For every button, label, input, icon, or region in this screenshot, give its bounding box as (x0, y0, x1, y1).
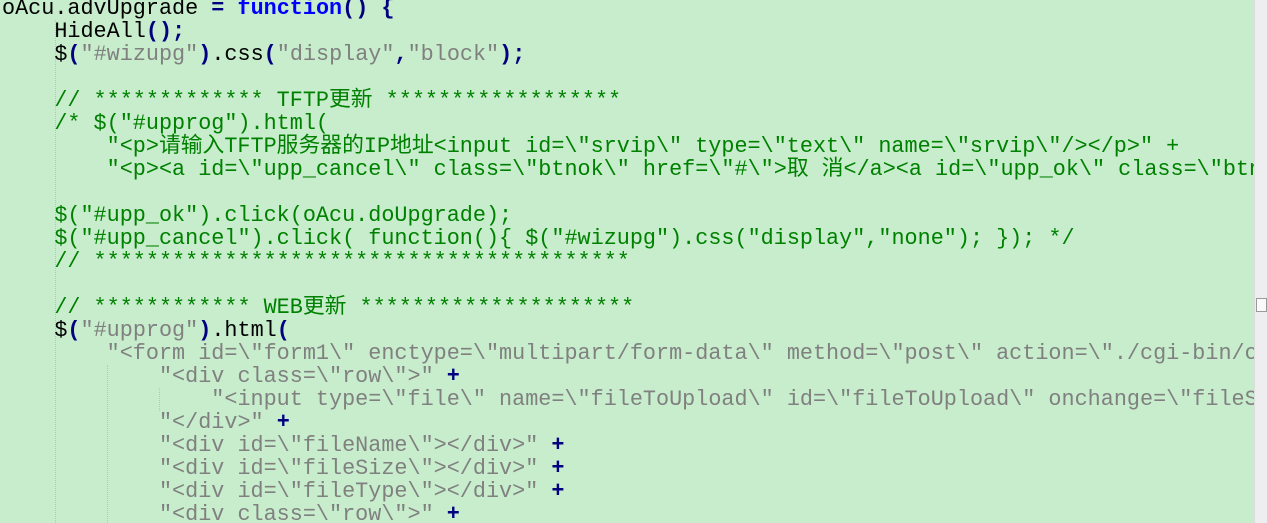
code-token: ) (198, 42, 212, 67)
code-line: "<div class=\"row\">" + (2, 365, 1254, 388)
code-token: , (394, 42, 408, 67)
code-line: /* $("#upprog").html( (2, 112, 1254, 135)
code-line: "<div id=\"fileName\"></div>" + (2, 434, 1254, 457)
code-token: "#wizupg" (80, 42, 199, 67)
code-token: $ (2, 42, 68, 67)
code-line: HideAll(); (2, 20, 1254, 43)
code-token: "<div id=\"fileType\"></div>" (2, 479, 539, 504)
code-token: "<form id=\"form1\" enctype=\"multipart/… (2, 341, 1254, 366)
code-text[interactable]: oAcu.advUpgrade = function() { HideAll()… (2, 0, 1254, 523)
code-line: oAcu.advUpgrade = function() { (2, 0, 1254, 20)
code-token: "#upprog" (80, 318, 199, 343)
code-line: // ************* TFTP更新 ****************… (2, 89, 1254, 112)
code-token: "<div class=\"row\">" (2, 364, 434, 389)
code-token: // *************************************… (2, 249, 630, 274)
code-line: "</div>" + (2, 411, 1254, 434)
code-line: $("#upprog").html( (2, 319, 1254, 342)
code-token: ( (276, 318, 290, 343)
code-token: ( (67, 42, 81, 67)
code-token: $("#upp_ok").click(oAcu.doUpgrade); (2, 203, 513, 228)
code-token: "<div id=\"fileSize\"></div>" (2, 456, 539, 481)
code-token: + (446, 502, 460, 523)
code-token: $("#upp_cancel").click( function(){ $("#… (2, 226, 1075, 251)
code-token: "block" (407, 42, 500, 67)
code-token: ); (499, 42, 526, 67)
code-token: $ (2, 318, 68, 343)
code-token: "<p><a id=\"upp_cancel\" class=\"btnok\"… (2, 157, 1254, 182)
code-line: // *************************************… (2, 250, 1254, 273)
code-token: ) (198, 318, 212, 343)
code-token: "display" (276, 42, 395, 67)
code-line: "<div id=\"fileType\"></div>" + (2, 480, 1254, 503)
code-token: + (551, 433, 565, 458)
code-token: + (551, 456, 565, 481)
code-token: "</div>" (2, 410, 264, 435)
code-token: // ************* TFTP更新 ****************… (2, 88, 622, 113)
code-line: "<div id=\"fileSize\"></div>" + (2, 457, 1254, 480)
code-token: "<p>请输入TFTP服务器的IP地址<input id=\"srvip\" t… (2, 134, 1180, 159)
code-line: $("#wizupg").css("display","block"); (2, 43, 1254, 66)
code-token: () (342, 0, 369, 21)
code-token: + (551, 479, 565, 504)
code-token: + (446, 364, 460, 389)
code-line: "<p><a id=\"upp_cancel\" class=\"btnok\"… (2, 158, 1254, 181)
code-token: "<div class=\"row\">" (2, 502, 434, 523)
vertical-scrollbar[interactable] (1254, 0, 1267, 523)
scrollbar-thumb[interactable] (1256, 298, 1267, 312)
code-token: /* $("#upprog").html( (2, 111, 330, 136)
code-editor[interactable]: oAcu.advUpgrade = function() { HideAll()… (0, 0, 1254, 523)
code-token: ( (263, 42, 277, 67)
code-token: { (381, 0, 395, 21)
code-line: "<form id=\"form1\" enctype=\"multipart/… (2, 342, 1254, 365)
code-token: // ************ WEB更新 ******************… (2, 295, 635, 320)
code-token: "<div id=\"fileName\"></div>" (2, 433, 539, 458)
code-token: + (276, 410, 290, 435)
code-token: HideAll (2, 19, 146, 44)
code-token: ( (67, 318, 81, 343)
code-line: // ************ WEB更新 ******************… (2, 296, 1254, 319)
code-token: .html (211, 318, 277, 343)
code-token: oAcu.advUpgrade (2, 0, 212, 21)
code-line: $("#upp_ok").click(oAcu.doUpgrade); (2, 204, 1254, 227)
code-token: "<input type=\"file\" name=\"fileToUploa… (2, 387, 1254, 412)
code-token: (); (145, 19, 186, 44)
code-line: "<div class=\"row\">" + (2, 503, 1254, 523)
code-line: "<input type=\"file\" name=\"fileToUploa… (2, 388, 1254, 411)
code-line: "<p>请输入TFTP服务器的IP地址<input id=\"srvip\" t… (2, 135, 1254, 158)
code-token: = (211, 0, 225, 21)
code-line: $("#upp_cancel").click( function(){ $("#… (2, 227, 1254, 250)
code-token: .css (211, 42, 264, 67)
code-token: function (237, 0, 343, 21)
